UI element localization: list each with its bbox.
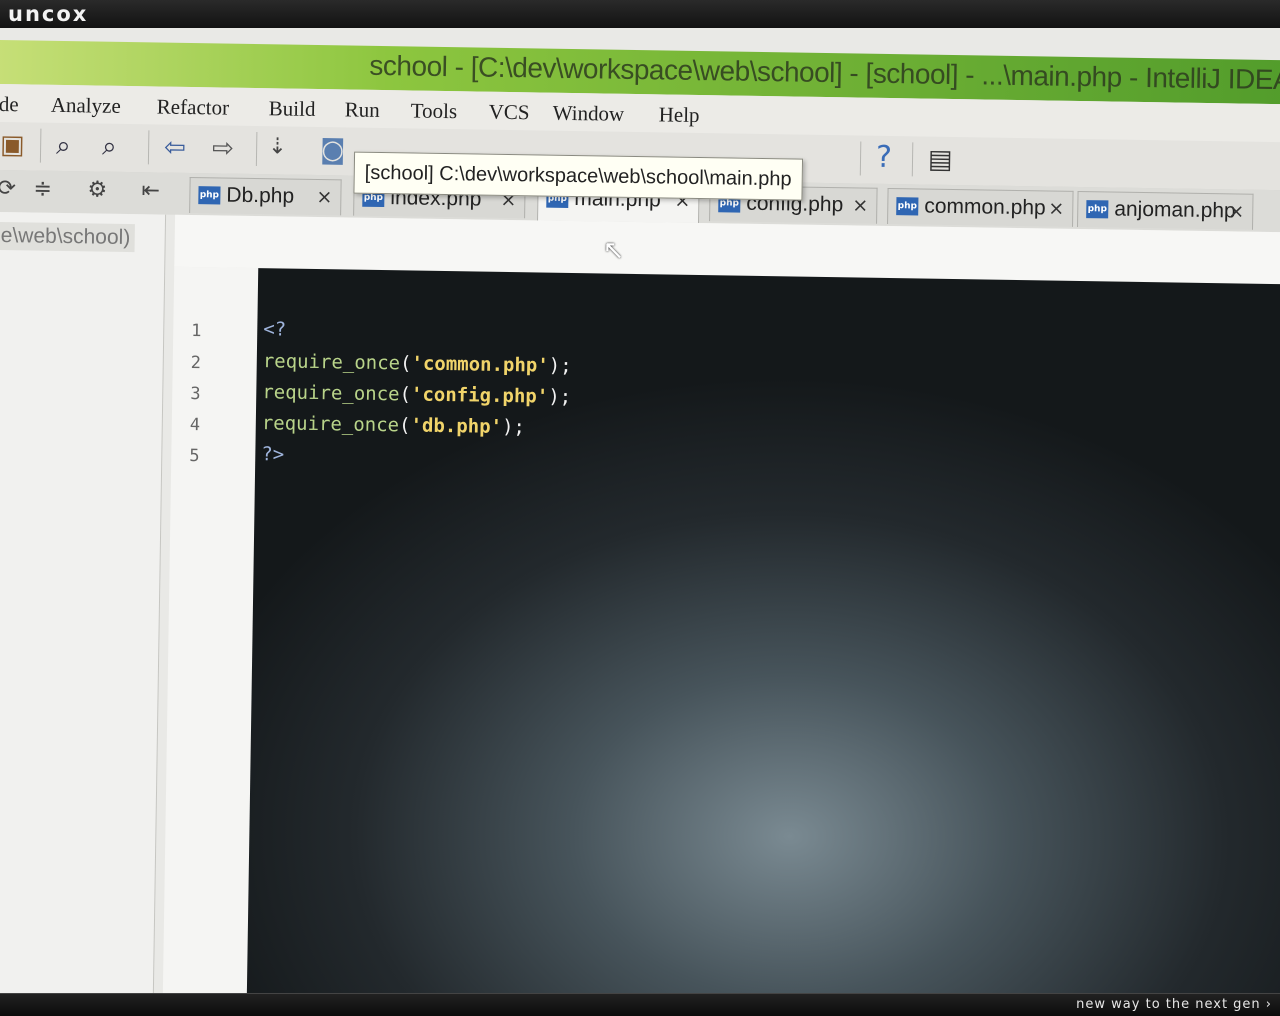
code-editor[interactable]: <? require_once('common.php'); require_onc…	[246, 268, 1280, 993]
tab-common-php[interactable]: php common.php ×	[887, 187, 1074, 227]
php-file-icon: php	[198, 186, 221, 205]
line-number: 4	[189, 415, 201, 436]
browser-icon[interactable]: ◙	[320, 135, 346, 165]
toolbar-separator	[147, 130, 150, 165]
code-token: );	[548, 354, 572, 378]
code-token: );	[501, 415, 526, 439]
code-line[interactable]: <?	[263, 318, 286, 340]
code-token: 'db.php'	[410, 414, 503, 438]
menu-window[interactable]: Window	[553, 101, 625, 127]
window-title: school - [C:\dev\workspace\web\school] -…	[369, 49, 1280, 96]
code-token: 'common.php'	[411, 352, 549, 377]
toolbar-separator	[859, 141, 862, 176]
footer-slogan: new way to the next gen ›	[1076, 997, 1272, 1012]
toolbar-separator	[255, 132, 258, 167]
line-number: 1	[191, 321, 202, 342]
close-icon[interactable]: ×	[1228, 200, 1244, 222]
find-icon[interactable]: ⌕	[56, 131, 71, 162]
replace-icon[interactable]: ⌕	[102, 132, 117, 163]
code-token: require_once	[262, 350, 401, 375]
sort-icon[interactable]: ⇣	[268, 134, 287, 159]
tab-db-php[interactable]: php Db.php ×	[189, 176, 342, 216]
menu-help[interactable]: Help	[659, 102, 700, 128]
menu-analyze[interactable]: Analyze	[51, 93, 121, 119]
code-line[interactable]: ?>	[261, 443, 284, 465]
line-number: 2	[190, 353, 202, 374]
tab-label: Db.php	[226, 183, 295, 208]
help-icon[interactable]: ?	[876, 140, 892, 175]
brand-logo: uncox	[8, 2, 89, 26]
back-arrow-icon[interactable]: ⇦	[164, 133, 186, 163]
php-file-icon: php	[1086, 200, 1109, 219]
code-line[interactable]: require_once('db.php');	[262, 412, 525, 438]
copy-icon[interactable]: ▣	[0, 130, 25, 160]
forward-arrow-icon[interactable]: ⇨	[212, 133, 234, 163]
save-icon[interactable]: ▤	[928, 145, 953, 175]
menu-run[interactable]: Run	[345, 97, 380, 123]
project-panel: e\web\school)	[0, 211, 167, 993]
footer-banner: new way to the next gen ›	[0, 993, 1280, 1016]
gear-icon[interactable]: ⚙	[87, 177, 107, 202]
code-token: (	[399, 383, 412, 406]
ide-window: school - [C:\dev\workspace\web\school] -…	[0, 28, 1280, 993]
close-icon[interactable]: ×	[316, 186, 332, 208]
code-token: (	[398, 414, 411, 437]
code-line[interactable]: require_once('config.php');	[262, 381, 571, 408]
code-line[interactable]: require_once('common.php');	[263, 350, 572, 377]
code-token: 'config.php'	[410, 383, 549, 408]
close-icon[interactable]: ×	[852, 194, 868, 216]
code-token: ?>	[261, 443, 285, 466]
line-number: 3	[190, 384, 201, 405]
tab-path-tooltip: [school] C:\dev\workspace\web\school\mai…	[353, 151, 803, 201]
tab-label: anjoman.php	[1114, 197, 1236, 223]
toolbar-separator	[39, 128, 42, 163]
project-path[interactable]: e\web\school)	[0, 221, 135, 253]
brand-banner: uncox	[0, 0, 1280, 29]
php-file-icon: php	[896, 197, 919, 216]
code-token: require_once	[262, 381, 400, 406]
ide-photo-area: school - [C:\dev\workspace\web\school] -…	[0, 28, 1280, 993]
menu-refactor[interactable]: Refactor	[157, 94, 230, 120]
code-token: );	[548, 385, 572, 409]
menu-build[interactable]: Build	[269, 96, 316, 122]
menu-tools[interactable]: Tools	[411, 98, 458, 124]
code-token: (	[399, 352, 412, 375]
mouse-pointer-icon: ↖	[602, 235, 625, 266]
close-icon[interactable]: ×	[1048, 197, 1064, 219]
menu-code[interactable]: de	[0, 92, 19, 117]
code-token: <?	[263, 318, 287, 341]
line-number: 5	[189, 446, 200, 467]
line-number-gutter: 1 2 3 4 5	[162, 266, 259, 993]
toolbar-separator	[911, 142, 914, 177]
tab-label: common.php	[924, 194, 1046, 220]
menu-vcs[interactable]: VCS	[489, 100, 530, 126]
tab-anjoman-php[interactable]: php anjoman.php ×	[1077, 190, 1254, 230]
collapse-icon[interactable]: ≑	[33, 177, 52, 202]
code-token: require_once	[261, 412, 400, 437]
hide-panel-icon[interactable]: ⇤	[141, 178, 160, 203]
sync-icon[interactable]: ⟳	[0, 176, 16, 201]
